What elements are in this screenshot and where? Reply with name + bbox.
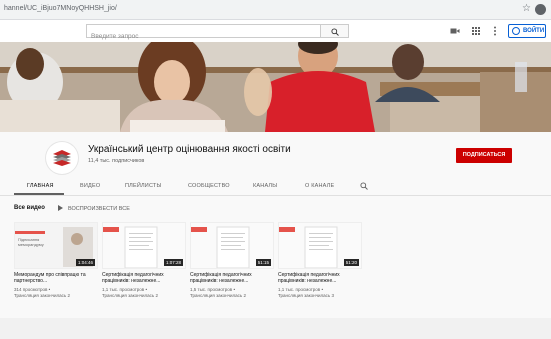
star-icon[interactable]: ☆ <box>522 3 531 14</box>
thumbnail-caption: Підписання меморандуму <box>18 237 44 247</box>
video-title[interactable]: Сертифікація педагогічних працівників: н… <box>102 272 186 285</box>
more-vert-icon[interactable] <box>490 26 500 36</box>
video-meta: 1,1 тыс. просмотров • Трансляция закончил… <box>102 287 186 298</box>
banner-photo <box>0 42 551 132</box>
search-channel-icon[interactable] <box>360 182 368 190</box>
play-all-label: ВОСПРОИЗВЕСТИ ВСЕ <box>68 206 130 212</box>
tab-videos[interactable]: ВИДЕО <box>80 183 100 189</box>
channel-banner <box>0 42 551 132</box>
channel-avatar[interactable] <box>46 142 78 174</box>
video-camera-icon[interactable] <box>450 26 460 36</box>
channel-title: Український центр оцінювання якості осві… <box>88 144 291 155</box>
video-thumbnail[interactable]: 51:20 <box>278 222 362 269</box>
active-tab-indicator <box>14 193 64 195</box>
video-title[interactable]: Сертифікація педагогічних працівників: н… <box>278 272 362 285</box>
browser-screen: hannel/UC_iBjuo7MNoyQHHSH_jio/ ☆ ВОЙТИ <box>0 0 551 318</box>
channel-tabs: ГЛАВНАЯ ВИДЕО ПЛЕЙЛИСТЫ СООБЩЕСТВО КАНАЛ… <box>0 176 551 196</box>
tab-playlists[interactable]: ПЛЕЙЛИСТЫ <box>125 183 162 189</box>
url-text[interactable]: hannel/UC_iBjuo7MNoyQHHSH_jio/ <box>4 5 117 12</box>
video-meta: 314 просмотров • Трансляция закончилась 2 <box>14 287 98 298</box>
tab-channels[interactable]: КАНАЛЫ <box>253 183 277 189</box>
youtube-header: ВОЙТИ <box>0 20 551 43</box>
video-status: Трансляция закончилась 2 <box>102 292 158 298</box>
browser-address-bar[interactable]: hannel/UC_iBjuo7MNoyQHHSH_jio/ ☆ <box>0 0 551 20</box>
stage: hannel/UC_iBjuo7MNoyQHHSH_jio/ ☆ ВОЙТИ <box>0 0 551 339</box>
video-status: Трансляция закончилась 2 <box>190 292 246 298</box>
tab-about[interactable]: О КАНАЛЕ <box>305 183 334 189</box>
video-title[interactable]: Сертифікація педагогічних працівників: н… <box>190 272 274 285</box>
play-icon <box>58 205 63 211</box>
video-thumbnail[interactable]: Підписання меморандуму 1:04:46 <box>14 222 98 269</box>
user-avatar-icon <box>512 27 520 35</box>
video-thumbnail[interactable]: 1:07:28 <box>102 222 186 269</box>
video-title[interactable]: Меморандум про співпрацю та партнерство.… <box>14 272 98 285</box>
channel-section: Український центр оцінювання якості осві… <box>0 132 551 318</box>
section-title: Все видео <box>14 205 45 211</box>
duration-badge: 1:07:28 <box>163 259 183 266</box>
apps-grid-icon[interactable] <box>471 26 481 36</box>
subscribe-button[interactable]: ПОДПИСАТЬСЯ <box>456 148 512 163</box>
search-button[interactable] <box>321 24 349 38</box>
video-status: Трансляция закончилась 2 <box>14 292 70 298</box>
channel-logo-icon <box>53 150 71 166</box>
search-box[interactable] <box>86 24 321 43</box>
sign-in-button[interactable]: ВОЙТИ <box>508 24 546 38</box>
video-status: Трансляция закончилась 3 <box>278 292 334 298</box>
search-icon <box>331 28 339 36</box>
sign-in-label: ВОЙТИ <box>523 28 545 34</box>
tab-home[interactable]: ГЛАВНАЯ <box>27 183 54 189</box>
video-meta: 1,5 тыс. просмотров • Трансляция закончил… <box>190 287 274 298</box>
duration-badge: 51:20 <box>343 259 359 266</box>
video-thumbnail[interactable]: 51:15 <box>190 222 274 269</box>
subscriber-count: 11,4 тыс. подписчиков <box>88 158 145 164</box>
duration-badge: 51:15 <box>255 259 271 266</box>
tab-community[interactable]: СООБЩЕСТВО <box>188 183 230 189</box>
account-icon[interactable] <box>535 4 546 15</box>
duration-badge: 1:04:46 <box>75 259 95 266</box>
search-input[interactable] <box>87 30 320 43</box>
video-meta: 1,1 тыс. просмотров • Трансляция закончил… <box>278 287 362 298</box>
play-all-button[interactable]: ВОСПРОИЗВЕСТИ ВСЕ <box>58 205 130 212</box>
